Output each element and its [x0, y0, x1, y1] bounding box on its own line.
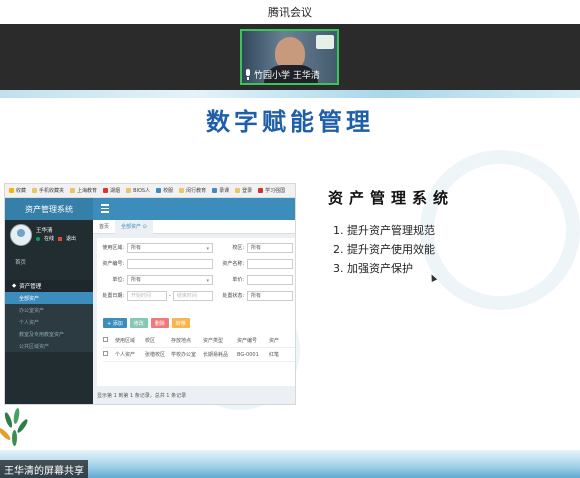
app-brand[interactable]: 资产管理系统	[5, 198, 93, 220]
asset-table: 使用区域 校区 存放地点 资产类型 资产编号 资产 个人资产 张楷校区 学校办公…	[103, 334, 295, 362]
list-item: 1. 提升资产管理规范	[333, 224, 435, 237]
bookmark-item[interactable]: 校服	[156, 187, 173, 194]
table-cell: 学校办公室	[171, 352, 197, 358]
filter-form: 使用区域: 所有 ▾ 校区: 所有 资产编号: 资产名称: 单位: 所有 ▾ 单…	[97, 238, 295, 386]
bookmark-item[interactable]: 湖烟	[103, 187, 120, 194]
add-button[interactable]: + 添加	[103, 318, 127, 328]
logout-link[interactable]: 退出	[66, 235, 76, 242]
unit-label: 单位:	[112, 277, 124, 283]
bookmark-item[interactable]: 手机收藏夹	[32, 187, 64, 194]
select-all-checkbox[interactable]	[103, 337, 108, 342]
participant-name: 竹园小学 王华清	[254, 70, 320, 81]
bookmark-item[interactable]: 收藏	[9, 187, 26, 194]
table-cell: BG-0001	[237, 351, 259, 358]
sidebar-item-home[interactable]: 首页	[5, 256, 93, 268]
menu-toggle-icon[interactable]	[101, 204, 111, 214]
app-content: 首页 全部资产 ⊙ 使用区域: 所有▾ 校区: 所有 资产编号: 资产名称:	[93, 219, 295, 404]
asset-name-label: 资产名称:	[222, 261, 244, 267]
bookmark-item[interactable]: 登录	[235, 187, 252, 194]
campus-label: 校区:	[232, 245, 244, 251]
bookmark-item[interactable]: 闵行教育	[179, 187, 206, 194]
plant-decoration	[0, 407, 32, 452]
table-cell: 红笔	[269, 352, 280, 358]
user-panel: 王华清 在线 退出	[5, 220, 93, 252]
bookmark-bar: 收藏 手机收藏夹 上海教育 湖烟 BIOS人 校服 闵行教育 录课 登录 学习强…	[5, 184, 295, 198]
slide-decoration	[420, 150, 580, 310]
column-header[interactable]: 资产	[269, 337, 285, 344]
date-start-input[interactable]: 开始时间	[127, 290, 167, 301]
school-logo-icon	[316, 35, 334, 49]
column-header[interactable]: 资产编号	[237, 337, 269, 344]
use-area-select[interactable]: 所有 ▾	[127, 242, 213, 253]
tab-bar: 首页 全部资产 ⊙	[93, 219, 295, 234]
participant-label: 竹园小学 王华清	[244, 67, 320, 81]
table-row[interactable]: 个人资产 张楷校区 学校办公室 长期易耗品 BG-0001 红笔	[103, 348, 295, 362]
feature-list: 1. 提升资产管理规范 2. 提升资产使用效能 3. 加强资产保护	[333, 221, 435, 278]
user-name: 王华清	[36, 228, 53, 234]
column-header[interactable]: 校区	[145, 337, 171, 344]
column-header[interactable]: 使用区域	[115, 337, 145, 344]
list-item: 3. 加强资产保护	[333, 262, 413, 275]
microphone-icon	[244, 68, 252, 80]
pagination-info: 显示第 1 到第 1 条记录，总共 1 条记录	[97, 393, 187, 399]
status-label: 处置状态:	[222, 293, 244, 299]
date-label: 处置日期:	[102, 293, 124, 299]
list-item: 2. 提升资产使用效能	[333, 243, 435, 256]
unit-select[interactable]: 所有 ▾	[127, 274, 213, 285]
slide-top-wave	[0, 90, 580, 98]
column-header[interactable]: 资产类型	[203, 337, 237, 344]
table-header: 使用区域 校区 存放地点 资产类型 资产编号 资产	[103, 334, 295, 348]
asset-system-screenshot: 收藏 手机收藏夹 上海教育 湖烟 BIOS人 校服 闵行教育 录课 登录 学习强…	[4, 183, 296, 405]
screen-share-label: 王华清的屏幕共享	[0, 460, 88, 478]
use-area-label: 使用区域:	[102, 245, 124, 251]
sidebar-group-asset[interactable]: ◆ 资产管理	[5, 280, 93, 292]
transfer-button[interactable]: 转移	[171, 318, 190, 328]
bookmark-item[interactable]: 上海教育	[70, 187, 97, 194]
asset-no-input[interactable]	[127, 258, 213, 269]
table-cell: 长期易耗品	[203, 352, 229, 358]
app-sidebar: 王华清 在线 退出 首页 ◆ 资产管理 全部资产 办公室资产 个人资产 教室及专用…	[5, 220, 93, 404]
price-label: 单价:	[232, 277, 244, 283]
campus-select[interactable]: 所有	[247, 242, 293, 253]
asset-name-input[interactable]	[247, 258, 293, 269]
tab-all-assets[interactable]: 全部资产 ⊙	[115, 219, 153, 234]
bookmark-item[interactable]: 录课	[212, 187, 229, 194]
action-buttons: + 添加 修改 删除 转移	[103, 318, 190, 328]
app-header: 资产管理系统	[5, 198, 295, 220]
participant-video[interactable]: 竹园小学 王华清	[240, 29, 339, 85]
edit-button[interactable]: 修改	[129, 318, 148, 328]
sidebar-item-all-assets[interactable]: 全部资产	[5, 292, 93, 304]
logout-icon[interactable]	[58, 236, 63, 241]
slide-title: 数字赋能管理	[206, 107, 374, 136]
user-status: 在线 退出	[36, 235, 76, 242]
bookmark-item[interactable]: BIOS人	[126, 187, 150, 194]
tab-home[interactable]: 首页	[93, 220, 115, 234]
window-title: 腾讯会议	[0, 0, 580, 24]
column-header[interactable]: 存放地点	[171, 337, 203, 344]
table-cell: 个人资产	[115, 352, 136, 358]
system-title: 资产管理系统	[328, 189, 455, 207]
status-select[interactable]: 所有	[247, 290, 293, 301]
asset-no-label: 资产编号:	[102, 261, 124, 267]
price-input[interactable]	[247, 274, 293, 285]
bookmark-item[interactable]: 学习强国	[258, 187, 285, 194]
sidebar-item-personal-assets[interactable]: 个人资产	[5, 316, 93, 328]
delete-button[interactable]: 删除	[150, 318, 169, 328]
shared-slide: 数字赋能管理 收藏 手机收藏夹 上海教育 湖烟 BIOS人 校服 闵行教育 录课…	[0, 90, 580, 478]
online-label: 在线	[44, 236, 55, 242]
online-dot-icon	[36, 236, 40, 241]
sidebar-item-office-assets[interactable]: 办公室资产	[5, 304, 93, 316]
row-checkbox[interactable]	[103, 351, 108, 356]
date-end-input[interactable]: 结束时间	[172, 290, 213, 301]
table-cell: 张楷校区	[145, 352, 166, 358]
avatar	[10, 224, 32, 246]
video-strip: 竹园小学 王华清	[0, 24, 580, 90]
sidebar-item-classroom-assets[interactable]: 教室及专用教室资产	[5, 328, 93, 340]
sidebar-item-public-assets[interactable]: 公共区域资产	[5, 340, 93, 352]
